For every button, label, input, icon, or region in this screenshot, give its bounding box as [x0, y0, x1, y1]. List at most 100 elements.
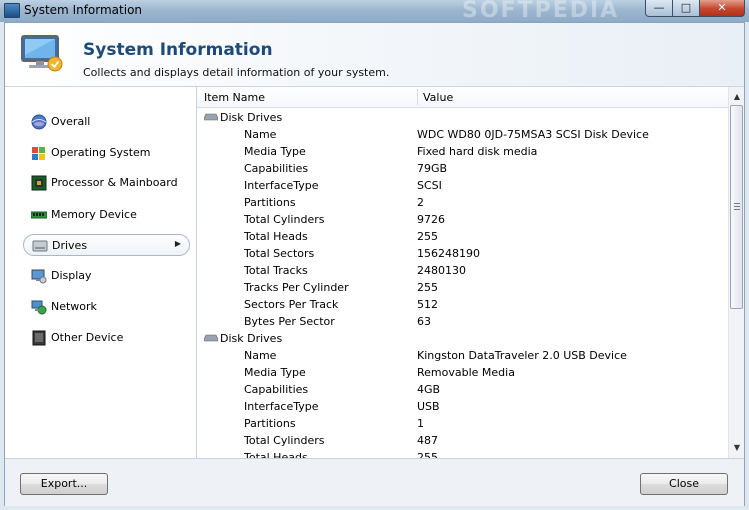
grip-line [734, 209, 740, 210]
scrollbar-thumb[interactable] [730, 105, 743, 309]
table-row[interactable]: Total Cylinders 9726 [197, 211, 728, 228]
value-cell: WDC WD80 0JD-75MSA3 SCSI Disk Device [417, 128, 649, 141]
sidebar-item-label: Operating System [51, 146, 151, 159]
close-button[interactable]: Close [640, 473, 728, 495]
value-cell: 512 [417, 298, 438, 311]
page-title: System Information [83, 40, 273, 60]
maximize-button[interactable]: □ [672, 0, 700, 17]
item-name-cell: InterfaceType [244, 179, 319, 192]
value-cell: SCSI [417, 179, 442, 192]
list-group-row[interactable]: Disk Drives [197, 109, 728, 126]
value-cell: 63 [417, 315, 431, 328]
table-row[interactable]: Sectors Per Track 512 [197, 296, 728, 313]
table-row[interactable]: Total Sectors 156248190 [197, 245, 728, 262]
minimize-icon: — [653, 1, 665, 14]
sidebar-item-network[interactable]: Network [23, 296, 185, 318]
list-rows: Disk Drives Name WDC WD80 0JD-75MSA3 SCSI … [197, 109, 728, 458]
sidebar-item-overall[interactable]: Overall [23, 111, 185, 133]
value-cell: 79GB [417, 162, 448, 175]
item-name-cell: Capabilities [244, 162, 309, 175]
item-name-cell: Total Cylinders [244, 434, 325, 447]
item-name-cell: Name [244, 128, 277, 141]
sidebar: Overall Operating System Processor & Mai… [5, 87, 197, 458]
disk-drive-icon [204, 113, 218, 121]
value-cell: 487 [417, 434, 438, 447]
value-cell: Kingston DataTraveler 2.0 USB Device [417, 349, 627, 362]
details-list[interactable]: Item Name Value Disk Drives Name WDC WD80 … [197, 87, 744, 458]
item-name-cell: Media Type [244, 145, 306, 158]
group-label: Disk Drives [220, 111, 283, 124]
item-name-cell: Total Tracks [244, 264, 308, 277]
app-window: System Information SOFTPEDIA — □ ✕ Syste… [0, 0, 749, 510]
globe-icon [31, 114, 47, 130]
item-name-cell: Total Heads [244, 451, 308, 458]
app-icon [4, 3, 20, 18]
vertical-scrollbar[interactable]: ▲ ▼ [728, 87, 744, 458]
sidebar-item-label: Memory Device [51, 208, 137, 221]
chip-icon [31, 175, 47, 191]
table-row[interactable]: Tracks Per Cylinder 255 [197, 279, 728, 296]
table-row[interactable]: Total Heads 255 [197, 449, 728, 458]
minimize-button[interactable]: — [645, 0, 673, 17]
table-row[interactable]: InterfaceType SCSI [197, 177, 728, 194]
value-cell: USB [417, 400, 440, 413]
sidebar-item-processor-mainboard[interactable]: Processor & Mainboard [23, 172, 185, 194]
footer-bar: Export... Close [5, 458, 744, 506]
page-subtitle: Collects and displays detail information… [83, 66, 390, 79]
sidebar-item-memory-device[interactable]: Memory Device [23, 204, 185, 226]
item-name-cell: Media Type [244, 366, 306, 379]
sidebar-item-label: Network [51, 300, 97, 313]
table-row[interactable]: Media Type Removable Media [197, 364, 728, 381]
table-row[interactable]: Total Heads 255 [197, 228, 728, 245]
column-divider[interactable] [417, 89, 418, 105]
scroll-down-arrow-icon[interactable]: ▼ [729, 440, 744, 456]
item-name-cell: Partitions [244, 417, 296, 430]
window-title: System Information [24, 3, 143, 17]
table-row[interactable]: Bytes Per Sector 63 [197, 313, 728, 330]
list-group-row[interactable]: Disk Drives [197, 330, 728, 347]
item-name-cell: Name [244, 349, 277, 362]
value-cell: 9726 [417, 213, 445, 226]
value-cell: 156248190 [417, 247, 480, 260]
scroll-up-arrow-icon[interactable]: ▲ [729, 89, 744, 105]
value-cell: 255 [417, 281, 438, 294]
column-header-item-name[interactable]: Item Name [204, 91, 265, 104]
sidebar-item-label: Processor & Mainboard [51, 176, 178, 189]
value-cell: Fixed hard disk media [417, 145, 538, 158]
close-window-button[interactable]: ✕ [699, 0, 745, 17]
sidebar-item-other-device[interactable]: Other Device [23, 327, 185, 349]
item-name-cell: Bytes Per Sector [244, 315, 335, 328]
value-cell: Removable Media [417, 366, 515, 379]
maximize-icon: □ [680, 1, 692, 14]
table-row[interactable]: Name WDC WD80 0JD-75MSA3 SCSI Disk Device [197, 126, 728, 143]
close-icon: ✕ [717, 1, 727, 14]
sidebar-item-label: Display [51, 269, 92, 282]
windows-flag-icon [32, 147, 45, 160]
value-cell: 4GB [417, 383, 441, 396]
group-label: Disk Drives [220, 332, 283, 345]
table-row[interactable]: Capabilities 79GB [197, 160, 728, 177]
item-name-cell: Capabilities [244, 383, 309, 396]
table-row[interactable]: Capabilities 4GB [197, 381, 728, 398]
item-name-cell: Sectors Per Track [244, 298, 339, 311]
item-name-cell: Total Sectors [244, 247, 315, 260]
table-row[interactable]: Total Tracks 2480130 [197, 262, 728, 279]
sidebar-item-operating-system[interactable]: Operating System [23, 142, 185, 164]
column-header-value[interactable]: Value [423, 91, 453, 104]
network-icon [31, 300, 47, 315]
value-cell: 2480130 [417, 264, 466, 277]
export-button[interactable]: Export... [20, 473, 108, 495]
item-name-cell: Tracks Per Cylinder [244, 281, 349, 294]
sidebar-item-drives[interactable]: Drives ▶ [23, 234, 190, 256]
table-row[interactable]: Partitions 2 [197, 194, 728, 211]
sidebar-item-display[interactable]: Display [23, 265, 185, 287]
table-row[interactable]: Name Kingston DataTraveler 2.0 USB Device [197, 347, 728, 364]
table-row[interactable]: Partitions 1 [197, 415, 728, 432]
grip-line [734, 203, 740, 204]
table-row[interactable]: Media Type Fixed hard disk media [197, 143, 728, 160]
table-row[interactable]: InterfaceType USB [197, 398, 728, 415]
title-bar[interactable]: System Information SOFTPEDIA — □ ✕ [0, 0, 749, 23]
table-row[interactable]: Total Cylinders 487 [197, 432, 728, 449]
client-area: System Information Collects and displays… [4, 22, 745, 506]
item-name-cell: InterfaceType [244, 400, 319, 413]
